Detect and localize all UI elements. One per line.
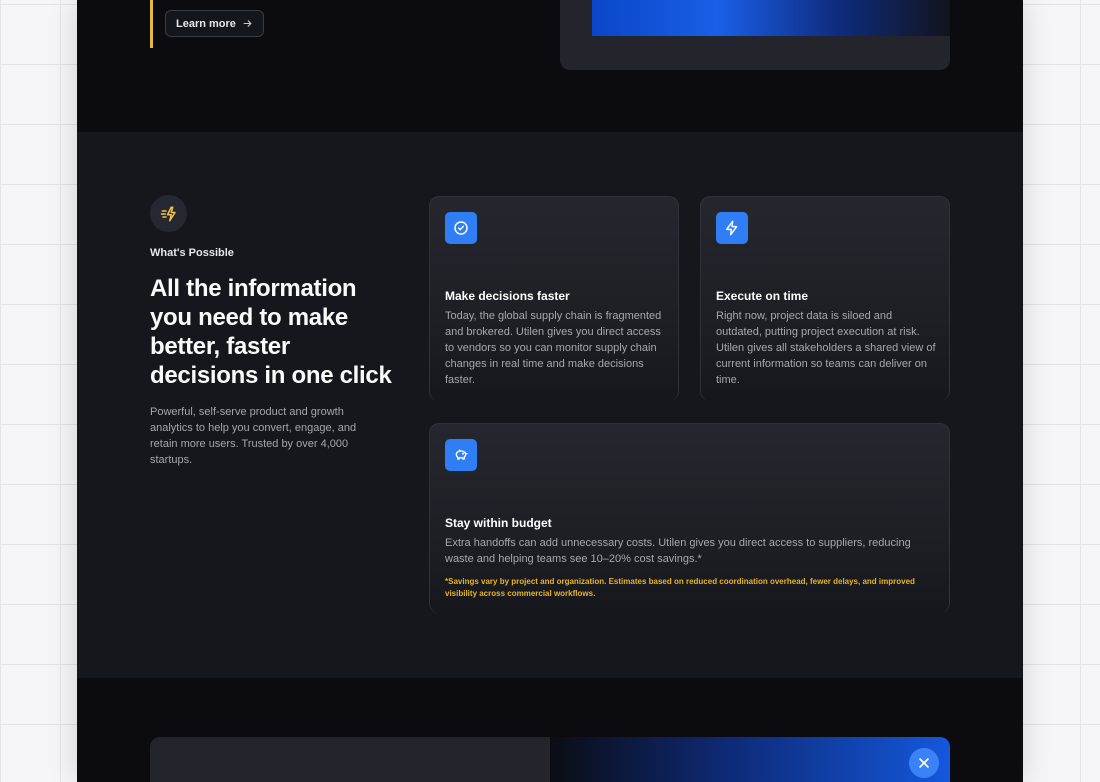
preview-image	[592, 0, 950, 36]
section-eyebrow: What's Possible	[150, 247, 234, 259]
feature-title: Make decisions faster	[445, 289, 570, 303]
section-badge	[150, 195, 187, 232]
feature-title: Execute on time	[716, 289, 809, 303]
preview-card	[560, 0, 950, 70]
page: Learn more What's Possible All the infor…	[77, 0, 1023, 782]
savings-footnote: *Savings vary by project and organizatio…	[445, 577, 915, 598]
banner-card	[150, 737, 950, 782]
feature-icon-box	[445, 439, 477, 471]
close-button[interactable]	[909, 748, 939, 778]
feature-card-decisions: Make decisions faster Today, the global …	[429, 196, 679, 401]
features-section: What's Possible All the information you …	[77, 132, 1023, 678]
lightning-icon	[725, 220, 738, 236]
feature-text: Extra handoffs can add unnecessary costs…	[445, 537, 911, 565]
feature-text: Today, the global supply chain is fragme…	[445, 310, 662, 386]
learn-more-button[interactable]: Learn more	[165, 10, 264, 37]
close-icon	[919, 758, 929, 768]
feature-text: Right now, project data is siloed and ou…	[716, 310, 936, 386]
section-heading: All the information you need to make bet…	[150, 275, 392, 389]
check-circle-icon	[454, 221, 468, 235]
feature-title: Stay within budget	[445, 516, 552, 530]
banner-image	[550, 737, 950, 782]
feature-card-budget: Stay within budget Extra handoffs can ad…	[429, 423, 950, 613]
learn-more-label: Learn more	[176, 17, 236, 30]
feature-icon-box	[716, 212, 748, 244]
accent-bar	[150, 0, 153, 48]
section-lead: Powerful, self-serve product and growth …	[150, 406, 357, 466]
zap-fast-icon	[160, 206, 176, 221]
piggy-bank-icon	[455, 449, 468, 460]
arrow-right-icon	[243, 20, 252, 27]
feature-card-on-time: Execute on time Right now, project data …	[700, 196, 950, 401]
feature-icon-box	[445, 212, 477, 244]
